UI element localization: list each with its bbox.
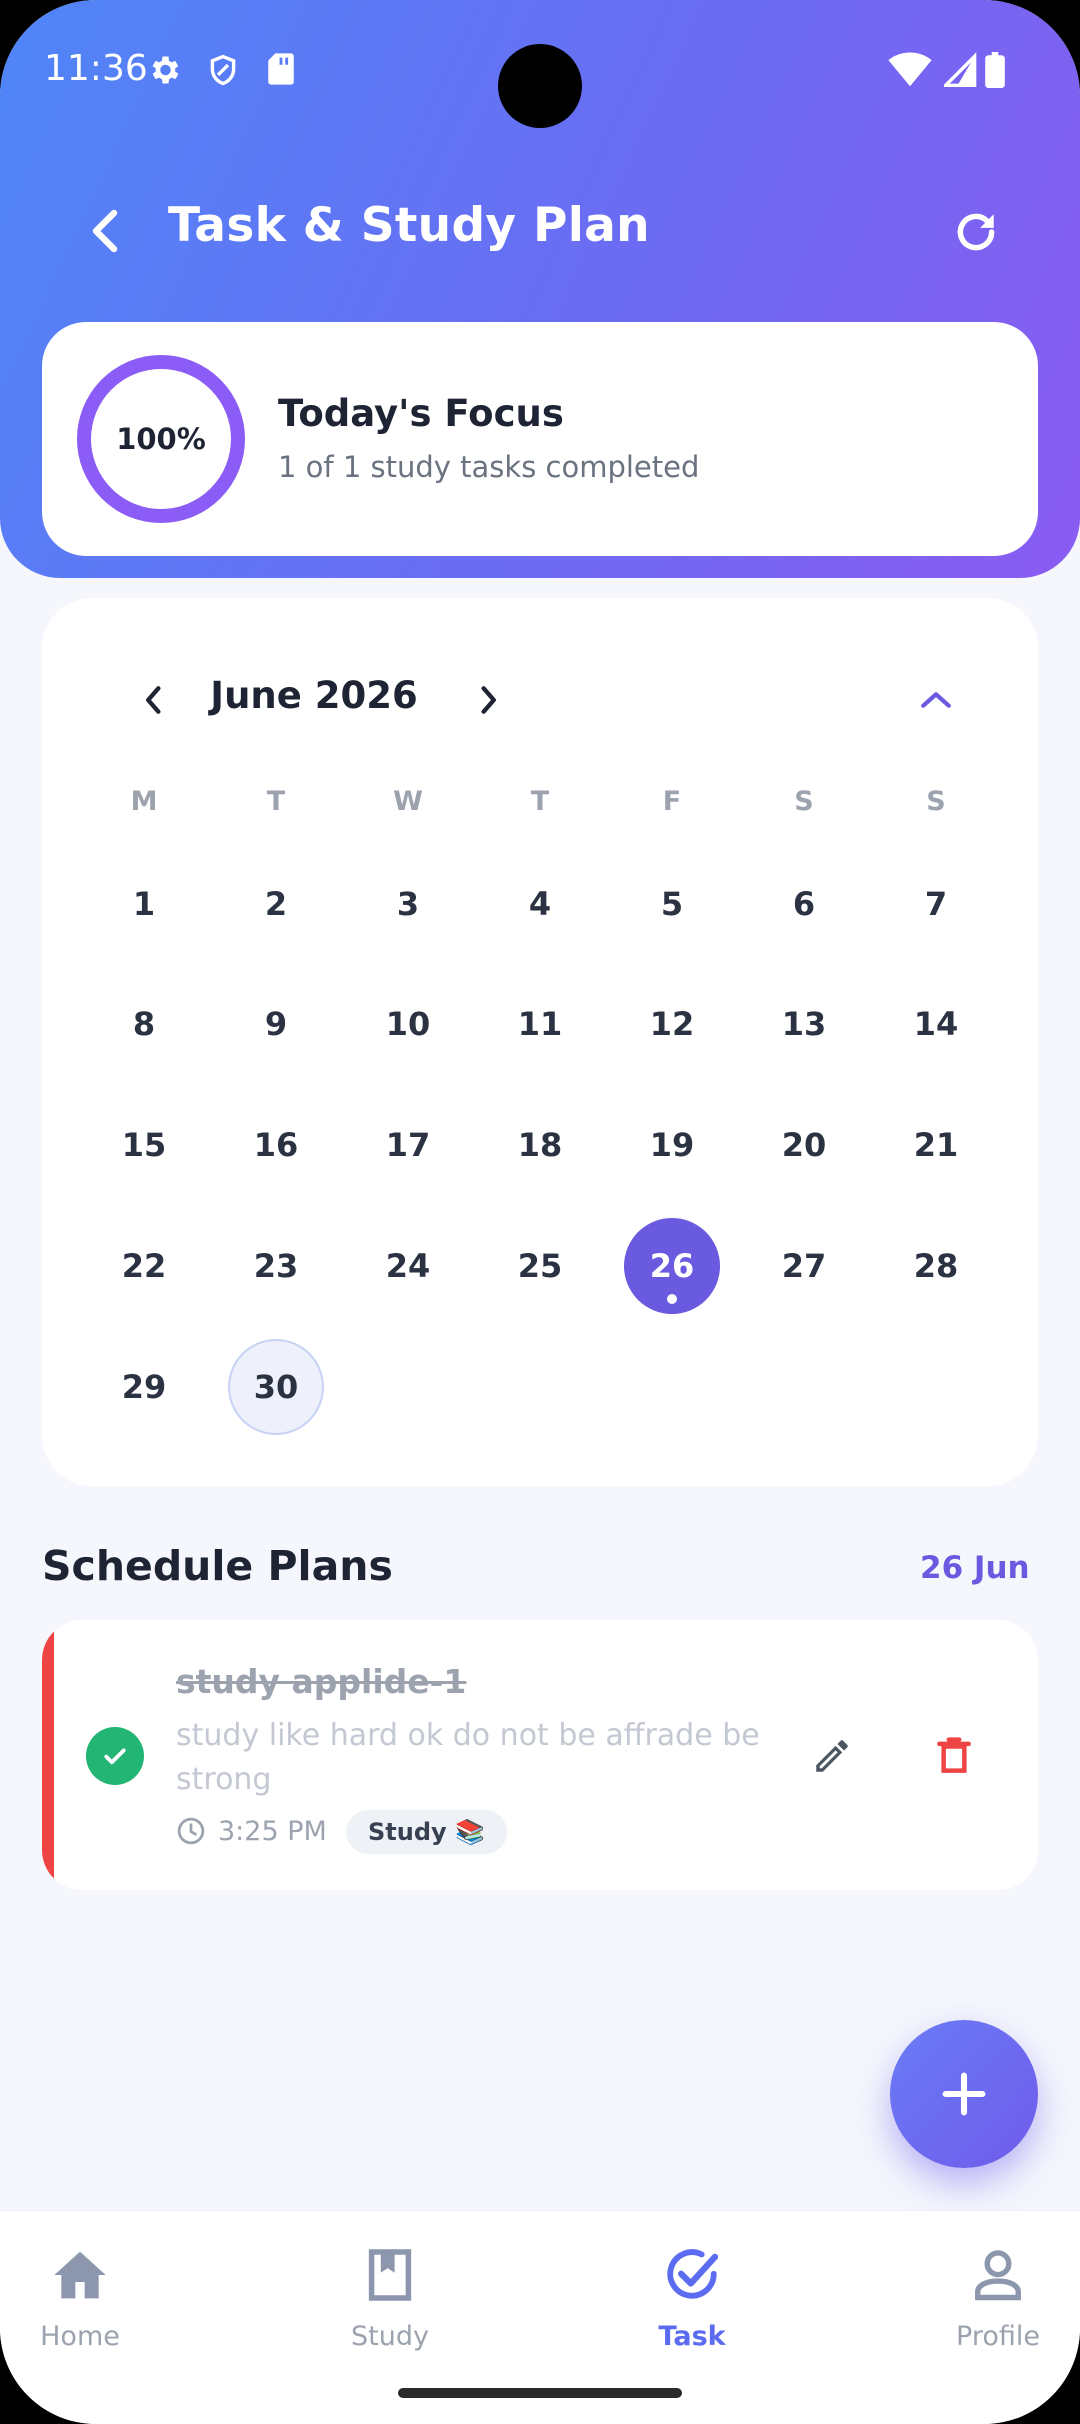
book-icon xyxy=(360,2245,420,2305)
chevron-left-icon xyxy=(146,686,161,714)
calendar-day[interactable]: 20 xyxy=(756,1097,852,1193)
page-title: Task & Study Plan xyxy=(168,198,650,253)
refresh-button[interactable] xyxy=(944,200,1008,264)
task-description: study like hard ok do not be affrade be … xyxy=(176,1718,760,1797)
delete-task-button[interactable] xyxy=(926,1728,982,1784)
weekday-label: T xyxy=(530,786,550,817)
progress-percent: 100% xyxy=(116,422,206,456)
weekday-label: S xyxy=(926,786,946,817)
status-time: 11:36 xyxy=(44,48,148,89)
next-month-button[interactable] xyxy=(462,674,514,726)
calendar-day[interactable]: 15 xyxy=(96,1097,192,1193)
task-category-tag: Study 📚 xyxy=(346,1810,507,1854)
gear-icon xyxy=(146,52,182,92)
chevron-right-icon xyxy=(481,686,496,714)
calendar-day[interactable]: 1 xyxy=(96,856,192,952)
task-time: 3:25 PM xyxy=(218,1816,327,1847)
nav-label-task: Task xyxy=(658,2321,726,2352)
previous-month-button[interactable] xyxy=(128,674,180,726)
collapse-calendar-button[interactable] xyxy=(910,674,962,726)
shield-icon xyxy=(206,52,240,92)
calendar-day[interactable]: 22 xyxy=(96,1218,192,1314)
person-icon xyxy=(968,2245,1028,2305)
status-bar: 11:36 xyxy=(0,0,1080,140)
calendar-day[interactable]: 21 xyxy=(888,1097,984,1193)
calendar-day[interactable]: 19 xyxy=(624,1097,720,1193)
edit-task-button[interactable] xyxy=(804,1728,860,1784)
plus-icon xyxy=(942,2072,986,2116)
calendar-day[interactable]: 14 xyxy=(888,976,984,1072)
calendar-day[interactable]: 17 xyxy=(360,1097,456,1193)
task-title: study applide-1 xyxy=(176,1662,467,1701)
clock-icon xyxy=(177,1817,205,1845)
home-icon xyxy=(50,2245,110,2305)
nav-item-task[interactable]: Task xyxy=(592,2237,792,2367)
nav-item-home[interactable]: Home xyxy=(0,2237,180,2367)
calendar-day[interactable]: 12 xyxy=(624,976,720,1072)
nav-label-profile: Profile xyxy=(956,2321,1040,2352)
calendar-day[interactable]: 2 xyxy=(228,856,324,952)
weekday-label: F xyxy=(662,786,682,817)
task-complete-toggle[interactable] xyxy=(86,1727,144,1785)
nav-item-profile[interactable]: Profile xyxy=(898,2237,1080,2367)
focus-card: 100% Today's Focus 1 of 1 study tasks co… xyxy=(42,322,1038,556)
camera-cutout xyxy=(498,44,582,128)
calendar-day[interactable]: 4 xyxy=(492,856,588,952)
focus-subtitle: 1 of 1 study tasks completed xyxy=(278,450,700,484)
nav-label-home: Home xyxy=(40,2321,120,2352)
schedule-title: Schedule Plans xyxy=(42,1542,393,1590)
calendar-day[interactable]: 11 xyxy=(492,976,588,1072)
calendar-day[interactable]: 25 xyxy=(492,1218,588,1314)
nav-label-study: Study xyxy=(351,2321,429,2352)
calendar-day[interactable]: 18 xyxy=(492,1097,588,1193)
nav-item-study[interactable]: Study xyxy=(290,2237,490,2367)
calendar-day-today[interactable]: 30 xyxy=(228,1339,324,1435)
wifi-icon xyxy=(888,52,932,92)
calendar-day[interactable]: 24 xyxy=(360,1218,456,1314)
weekday-label: S xyxy=(794,786,814,817)
screen: 11:36 Task & Study Plan 100% Today's Foc… xyxy=(0,0,1080,2424)
calendar-day[interactable]: 29 xyxy=(96,1339,192,1435)
calendar-day[interactable]: 3 xyxy=(360,856,456,952)
calendar-day[interactable]: 13 xyxy=(756,976,852,1072)
calendar-day[interactable]: 5 xyxy=(624,856,720,952)
calendar-day-selected[interactable]: 26 xyxy=(624,1218,720,1314)
focus-title: Today's Focus xyxy=(278,392,564,435)
calendar-card: June 2026 MTWTFSS 1 2 3 4 5 6 7 8 9 10 11 12 13 14 15 1… xyxy=(42,598,1038,1486)
task-accent-bar xyxy=(42,1620,54,1890)
refresh-icon xyxy=(957,213,995,251)
add-task-button[interactable] xyxy=(890,2020,1038,2168)
home-indicator[interactable] xyxy=(398,2388,682,2398)
calendar-day[interactable]: 7 xyxy=(888,856,984,952)
pencil-icon xyxy=(816,1740,848,1772)
calendar-day[interactable]: 23 xyxy=(228,1218,324,1314)
weekday-label: T xyxy=(266,786,286,817)
signal-icon xyxy=(941,52,978,92)
calendar-day[interactable]: 16 xyxy=(228,1097,324,1193)
trash-icon xyxy=(937,1737,971,1773)
schedule-date: 26 Jun xyxy=(920,1550,1030,1586)
chevron-up-icon xyxy=(921,692,951,708)
calendar-day[interactable]: 28 xyxy=(888,1218,984,1314)
calendar-day[interactable]: 10 xyxy=(360,976,456,1072)
battery-icon xyxy=(984,52,1006,92)
calendar-day[interactable]: 6 xyxy=(756,856,852,952)
sd-card-icon xyxy=(266,52,296,90)
weekday-label: M xyxy=(130,786,158,817)
back-button[interactable] xyxy=(76,196,136,266)
check-icon xyxy=(104,1748,126,1765)
chevron-left-icon xyxy=(92,209,118,253)
calendar-month-label: June 2026 xyxy=(210,674,418,717)
calendar-day[interactable]: 9 xyxy=(228,976,324,1072)
calendar-day[interactable]: 8 xyxy=(96,976,192,1072)
calendar-day[interactable]: 27 xyxy=(756,1218,852,1314)
task-card[interactable]: study applide-1 study like hard ok do no… xyxy=(42,1620,1038,1890)
weekday-label: W xyxy=(393,786,423,817)
check-circle-icon xyxy=(662,2245,722,2305)
